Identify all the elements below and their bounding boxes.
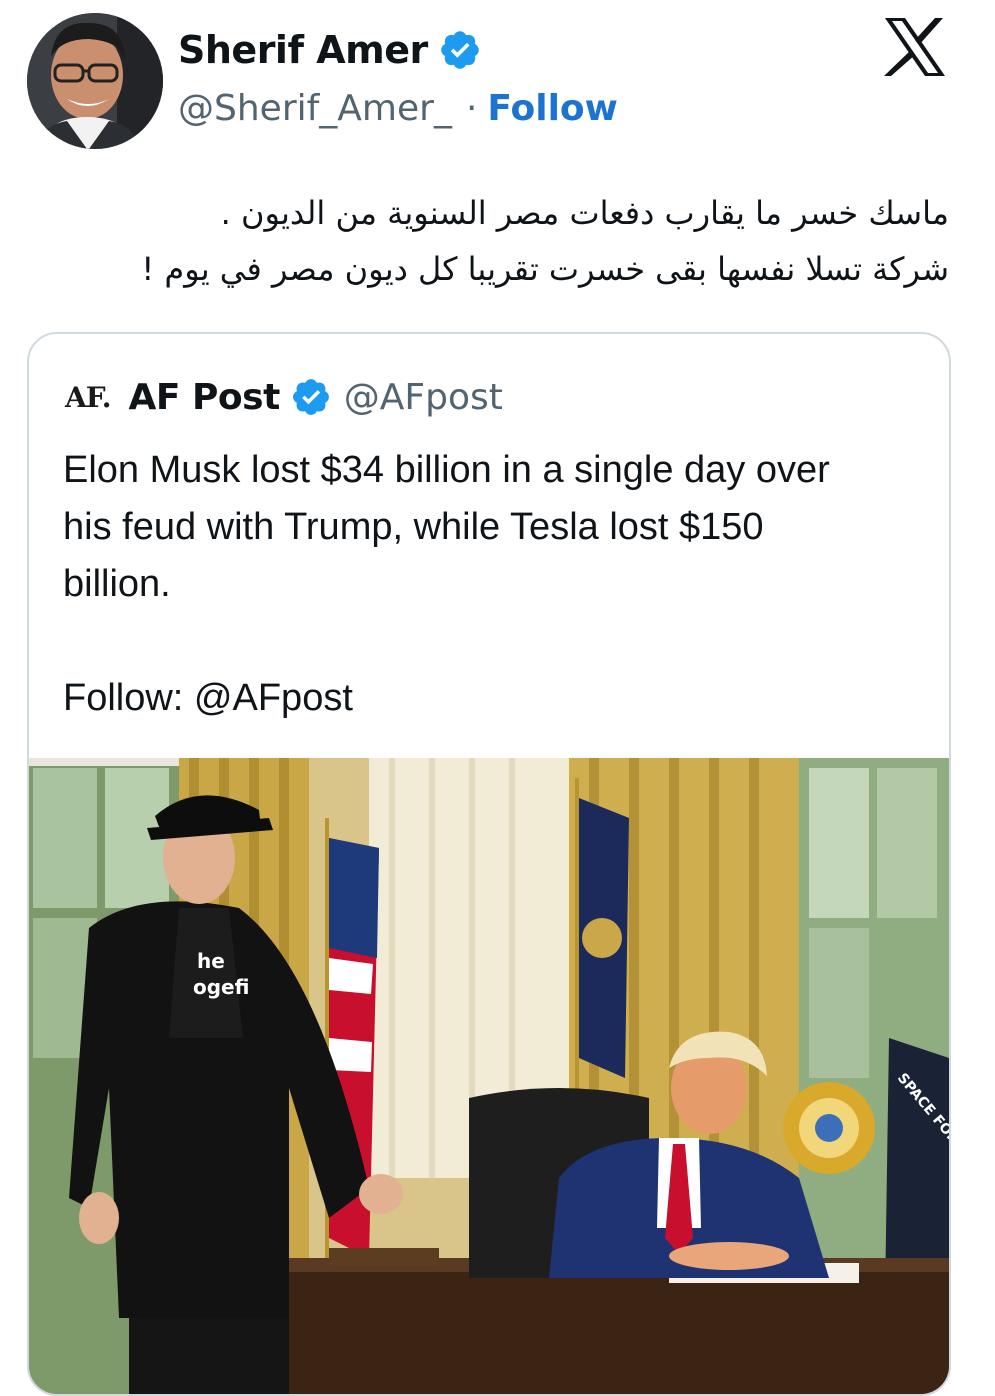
author-display-name[interactable]: Sherif Amer [178, 28, 428, 72]
quoted-line: billion. [63, 563, 171, 605]
x-logo-icon[interactable] [883, 17, 947, 77]
follow-button[interactable]: Follow [487, 88, 618, 129]
quoted-tweet-image[interactable]: SPACE FOR he ogefi [29, 758, 949, 1394]
tweet-header: Sherif Amer @Sherif_Amer_ · Follow [0, 0, 995, 170]
tweet-line: ماسك خسر ما يقارب دفعات مصر السنوية من ا… [220, 194, 949, 232]
separator-dot: · [465, 88, 478, 129]
author-avatar[interactable] [27, 13, 163, 149]
author-handle[interactable]: @Sherif_Amer_ [178, 88, 452, 129]
verified-badge-icon [290, 376, 332, 418]
shirt-text-1: he [197, 949, 225, 973]
verified-badge-icon [438, 28, 482, 72]
shirt-text-2: ogefi [193, 975, 249, 999]
tweet-text: ماسك خسر ما يقارب دفعات مصر السنوية من ا… [49, 185, 949, 297]
avatar-photo [27, 13, 163, 149]
quoted-tweet-text: Elon Musk lost $34 billion in a single d… [63, 442, 923, 727]
quoted-tweet-card[interactable]: AF. AF Post @AFpost Elon Musk lost $34 b… [27, 332, 951, 1396]
quoted-line: Elon Musk lost $34 billion in a single d… [63, 449, 830, 491]
quoted-handle[interactable]: @AFpost [344, 377, 503, 418]
quoted-tweet-header: AF. AF Post @AFpost [65, 374, 503, 420]
quoted-line: his feud with Trump, while Tesla lost $1… [63, 506, 764, 548]
quoted-follow-line: Follow: @AFpost [63, 677, 353, 719]
af-post-logo: AF. [65, 380, 112, 414]
quoted-display-name[interactable]: AF Post [129, 377, 281, 418]
tweet-line: شركة تسلا نفسها بقى خسرت تقريبا كل ديون … [141, 250, 949, 288]
